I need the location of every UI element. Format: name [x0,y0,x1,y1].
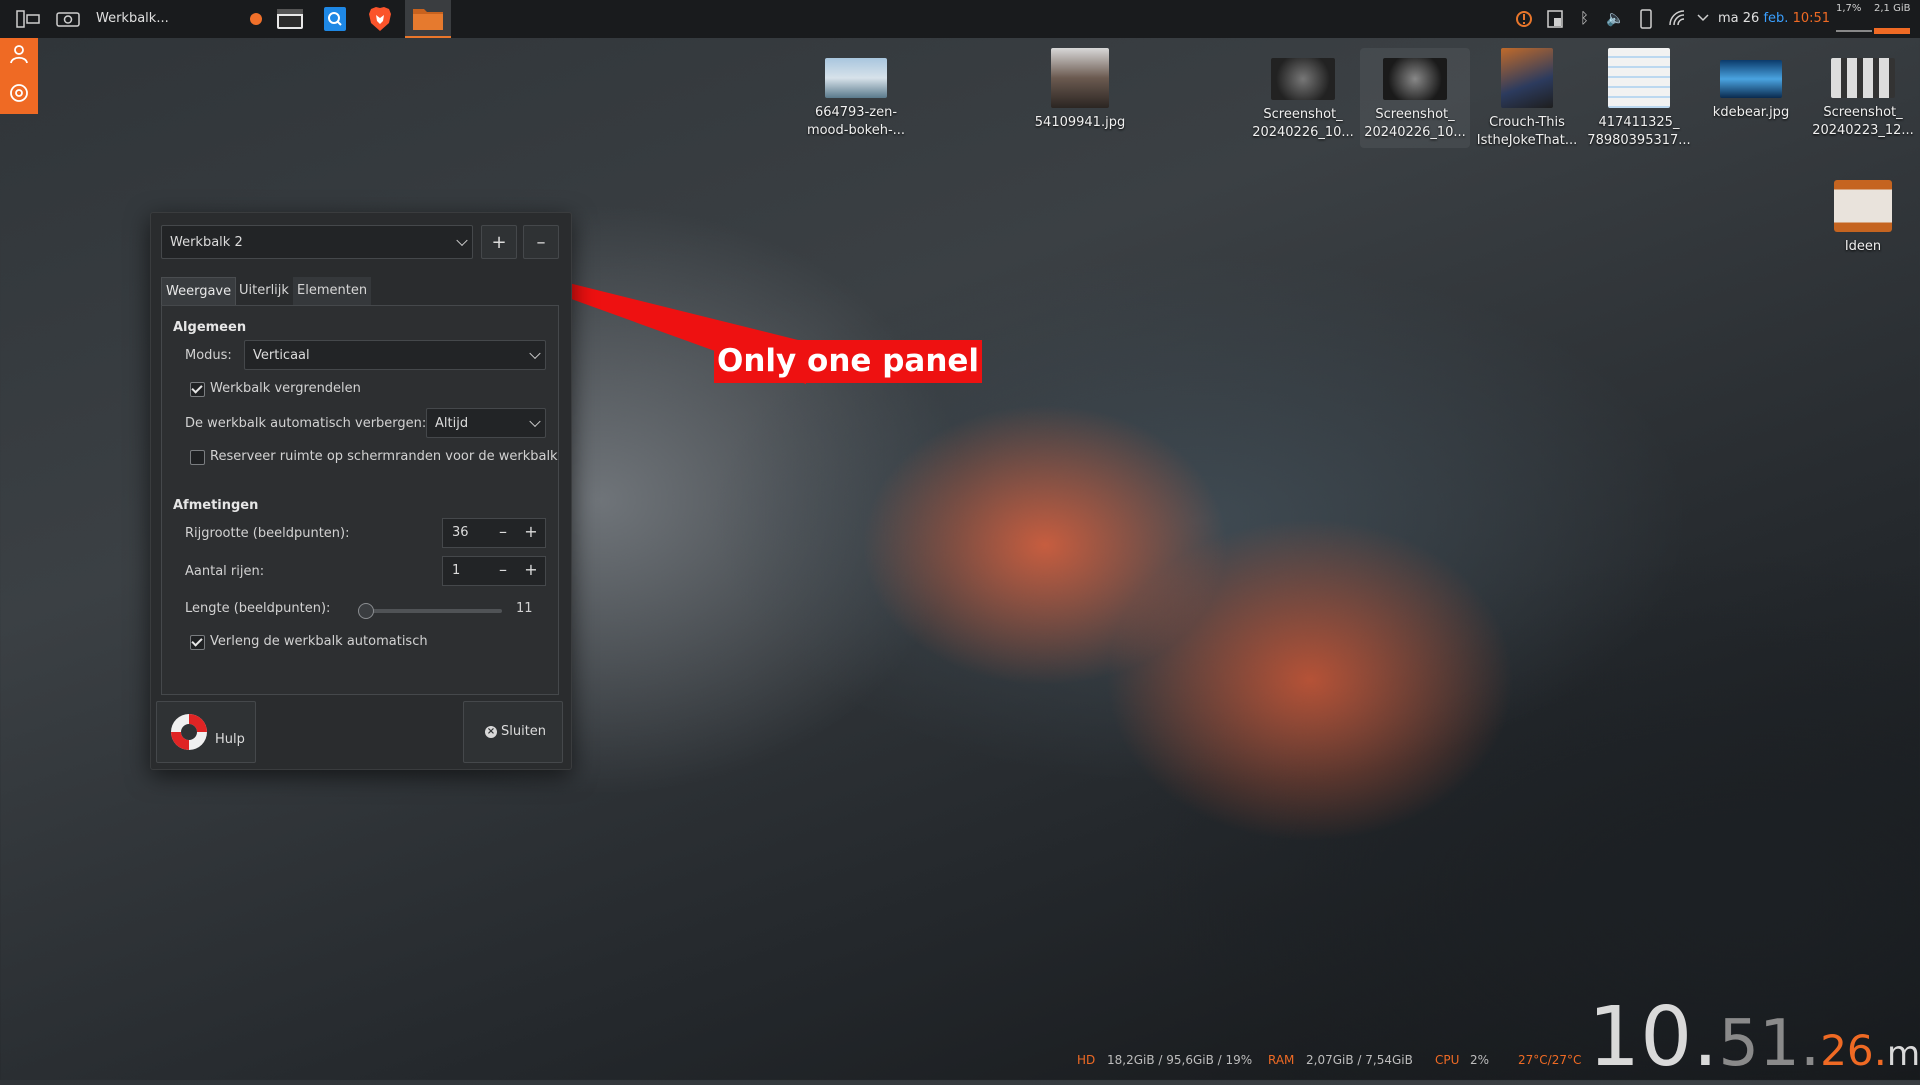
cpu-label: CPU [1435,1053,1460,1067]
add-panel-button[interactable]: + [481,225,517,259]
section-afmetingen: Afmetingen [173,498,259,513]
autohide-select[interactable]: Altijd [426,408,546,438]
panel-preferences-dialog: Werkbalk 2 + – Weergave Uiterlijk Elemen… [150,212,572,770]
increment-icon[interactable]: + [521,560,541,579]
lock-panel-checkbox[interactable] [190,382,205,397]
tab-weergave[interactable]: Weergave [161,277,237,306]
hd-label: HD [1077,1053,1096,1067]
increment-icon[interactable]: + [521,522,541,541]
tab-content: Algemeen Modus: Verticaal Werkbalk vergr… [161,305,559,695]
rows-value: 1 [452,563,461,578]
reserve-space-checkbox[interactable] [190,450,205,465]
decrement-icon[interactable]: – [493,560,513,579]
chevron-down-icon [529,415,541,428]
desktop-clock: 10.51.26.ma [1588,990,1920,1085]
autohide-label: De werkbalk automatisch verbergen: [185,416,427,431]
length-slider-track[interactable] [362,609,502,613]
length-value: 11 [516,601,533,616]
chevron-down-icon [456,234,468,247]
length-slider-handle[interactable] [358,603,374,619]
length-label: Lengte (beeldpunten): [185,601,331,616]
help-button[interactable]: Hulp [156,701,256,763]
panel-select-value: Werkbalk 2 [170,234,243,250]
rows-spinbox[interactable]: 1 – + [442,556,546,586]
clock-hours: 10. [1588,990,1719,1085]
tab-elementen[interactable]: Elementen [293,277,372,305]
lifebuoy-icon [171,714,207,750]
hd-value: 18,2GiB / 95,6GiB / 19% [1107,1053,1253,1067]
extend-panel-checkbox[interactable] [190,635,205,650]
lock-panel-label: Werkbalk vergrendelen [210,381,361,396]
mode-select-value: Verticaal [253,347,310,363]
temp-value: 27°C/27°C [1518,1053,1582,1067]
clock-minutes: 51. [1718,1007,1821,1081]
decrement-icon[interactable]: – [493,522,513,541]
row-size-label: Rijgrootte (beeldpunten): [185,526,350,541]
ram-label: RAM [1268,1053,1295,1067]
clock-day-name: ma [1887,1034,1920,1074]
clock-seconds: 26. [1820,1026,1887,1075]
close-label: Sluiten [501,724,547,739]
autohide-select-value: Altijd [435,415,469,431]
section-algemeen: Algemeen [173,320,247,335]
help-label: Hulp [215,732,245,747]
rows-label: Aantal rijen: [185,564,265,579]
annotation-label: Only one panel [714,340,983,383]
ram-value: 2,07GiB / 7,54GiB [1306,1053,1413,1067]
tab-uiterlijk[interactable]: Uiterlijk [235,277,293,305]
reserve-space-label: Reserveer ruimte op schermranden voor de… [210,449,558,464]
close-circle-icon: × [485,726,497,738]
row-size-value: 36 [452,525,469,540]
mode-label: Modus: [185,348,232,363]
row-size-spinbox[interactable]: 36 – + [442,518,546,548]
cpu-value: 2% [1470,1053,1490,1067]
extend-panel-label: Verleng de werkbalk automatisch [210,634,428,649]
close-button[interactable]: × Sluiten [463,701,563,763]
panel-select[interactable]: Werkbalk 2 [161,225,473,259]
chevron-down-icon [529,347,541,360]
remove-panel-button[interactable]: – [523,225,559,259]
mode-select[interactable]: Verticaal [244,340,546,370]
